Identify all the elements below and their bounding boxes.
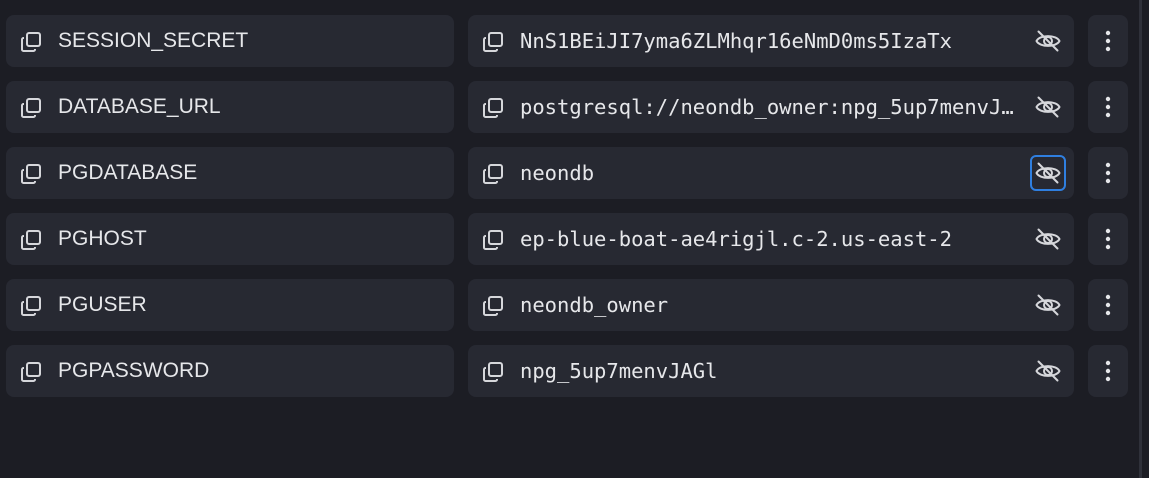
value-field: postgresql://neondb_owner:npg_5up7menvJA… bbox=[468, 81, 1074, 133]
copy-icon[interactable] bbox=[481, 30, 505, 54]
more-options-button[interactable] bbox=[1088, 345, 1128, 397]
toggle-visibility-button[interactable] bbox=[1030, 23, 1066, 59]
key-field: DATABASE_URL bbox=[6, 81, 454, 133]
eye-off-icon bbox=[1034, 159, 1062, 187]
copy-icon[interactable] bbox=[481, 162, 505, 186]
copy-icon[interactable] bbox=[19, 96, 43, 120]
toggle-visibility-button[interactable] bbox=[1030, 155, 1066, 191]
secret-value: neondb bbox=[520, 161, 595, 185]
secret-value: NnS1BEiJI7yma6ZLMhqr16eNmD0ms5IzaTx bbox=[520, 29, 952, 53]
scrollbar-track[interactable] bbox=[1139, 0, 1142, 478]
value-field: neondb bbox=[468, 147, 1074, 199]
secret-value: ep-blue-boat-ae4rigjl.c-2.us-east-2 bbox=[520, 227, 952, 251]
env-var-row: PGHOST ep-blue-boat-ae4rigjl.c-2.us-east… bbox=[6, 213, 1128, 265]
toggle-visibility-button[interactable] bbox=[1030, 287, 1066, 323]
eye-off-icon bbox=[1034, 93, 1062, 121]
key-name: DATABASE_URL bbox=[58, 95, 221, 118]
env-var-row: DATABASE_URL postgresql://neondb_owner:n… bbox=[6, 81, 1128, 133]
copy-icon[interactable] bbox=[481, 96, 505, 120]
env-var-list: SESSION_SECRET NnS1BEiJI7yma6ZLMhqr16eNm… bbox=[6, 15, 1128, 411]
eye-off-icon bbox=[1034, 225, 1062, 253]
env-var-row: PGPASSWORD npg_5up7menvJAGl bbox=[6, 345, 1128, 397]
key-name: PGHOST bbox=[58, 227, 147, 250]
more-vertical-icon bbox=[1105, 228, 1111, 250]
copy-icon[interactable] bbox=[481, 294, 505, 318]
eye-off-icon bbox=[1034, 291, 1062, 319]
more-options-button[interactable] bbox=[1088, 213, 1128, 265]
more-options-button[interactable] bbox=[1088, 15, 1128, 67]
env-var-row: PGUSER neondb_owner bbox=[6, 279, 1128, 331]
value-field: ep-blue-boat-ae4rigjl.c-2.us-east-2 bbox=[468, 213, 1074, 265]
value-field: NnS1BEiJI7yma6ZLMhqr16eNmD0ms5IzaTx bbox=[468, 15, 1074, 67]
eye-off-icon bbox=[1034, 27, 1062, 55]
secret-value: postgresql://neondb_owner:npg_5up7menvJA… bbox=[520, 95, 1014, 119]
copy-icon[interactable] bbox=[19, 294, 43, 318]
toggle-visibility-button[interactable] bbox=[1030, 221, 1066, 257]
key-field: PGDATABASE bbox=[6, 147, 454, 199]
copy-icon[interactable] bbox=[481, 360, 505, 384]
secret-value: neondb_owner bbox=[520, 293, 669, 317]
copy-icon[interactable] bbox=[19, 228, 43, 252]
copy-icon[interactable] bbox=[19, 30, 43, 54]
key-name: PGUSER bbox=[58, 293, 147, 316]
secret-value: npg_5up7menvJAGl bbox=[520, 359, 718, 383]
env-var-row: PGDATABASE neondb bbox=[6, 147, 1128, 199]
more-vertical-icon bbox=[1105, 96, 1111, 118]
more-vertical-icon bbox=[1105, 294, 1111, 316]
key-name: PGPASSWORD bbox=[58, 359, 210, 382]
key-name: PGDATABASE bbox=[58, 161, 198, 184]
more-options-button[interactable] bbox=[1088, 81, 1128, 133]
copy-icon[interactable] bbox=[19, 360, 43, 384]
more-vertical-icon bbox=[1105, 30, 1111, 52]
key-field: PGPASSWORD bbox=[6, 345, 454, 397]
env-var-row: SESSION_SECRET NnS1BEiJI7yma6ZLMhqr16eNm… bbox=[6, 15, 1128, 67]
toggle-visibility-button[interactable] bbox=[1030, 353, 1066, 389]
more-options-button[interactable] bbox=[1088, 279, 1128, 331]
value-field: neondb_owner bbox=[468, 279, 1074, 331]
secrets-panel: SESSION_SECRET NnS1BEiJI7yma6ZLMhqr16eNm… bbox=[0, 0, 1149, 478]
copy-icon[interactable] bbox=[481, 228, 505, 252]
more-vertical-icon bbox=[1105, 360, 1111, 382]
more-options-button[interactable] bbox=[1088, 147, 1128, 199]
key-field: PGHOST bbox=[6, 213, 454, 265]
copy-icon[interactable] bbox=[19, 162, 43, 186]
key-field: SESSION_SECRET bbox=[6, 15, 454, 67]
value-field: npg_5up7menvJAGl bbox=[468, 345, 1074, 397]
eye-off-icon bbox=[1034, 357, 1062, 385]
toggle-visibility-button[interactable] bbox=[1030, 89, 1066, 125]
more-vertical-icon bbox=[1105, 162, 1111, 184]
key-name: SESSION_SECRET bbox=[58, 29, 249, 52]
key-field: PGUSER bbox=[6, 279, 454, 331]
